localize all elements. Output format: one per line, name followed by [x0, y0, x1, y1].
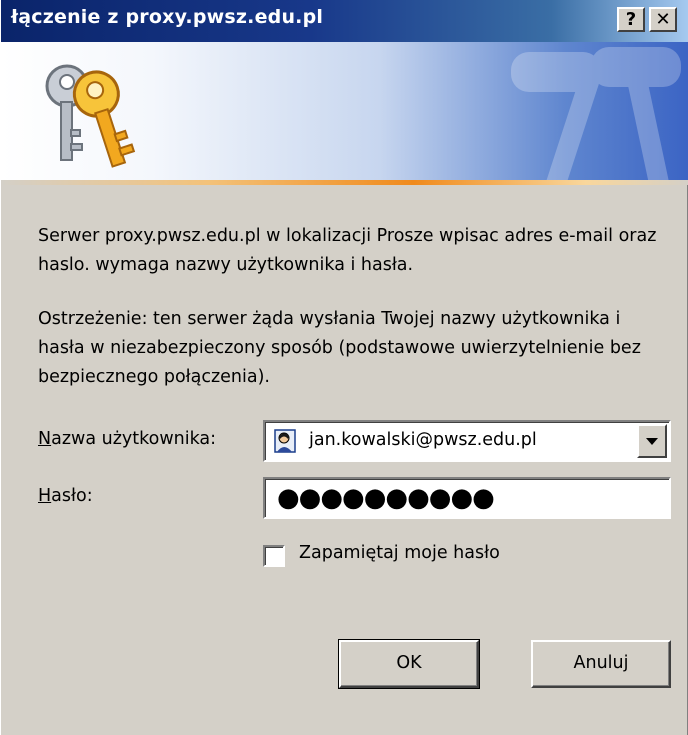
security-warning: Ostrzeżenie: ten serwer żąda wysłania Tw…: [38, 309, 641, 387]
username-combobox[interactable]: jan.kowalski@pwsz.edu.pl: [263, 420, 671, 462]
ok-button[interactable]: OK: [338, 639, 480, 689]
user-icon: [274, 429, 296, 453]
server-message: Serwer proxy.pwsz.edu.pl w lokalizacji P…: [38, 226, 657, 275]
header-banner: [1, 42, 688, 180]
remember-password-checkbox[interactable]: [263, 545, 285, 567]
window-title: łączenie z proxy.pwsz.edu.pl: [11, 6, 324, 28]
accent-stripe: [1, 180, 688, 185]
remember-password-label[interactable]: Zapamiętaj moje hasło: [299, 543, 500, 563]
password-label: Hasło:: [38, 486, 93, 506]
cancel-button[interactable]: Anuluj: [531, 640, 671, 688]
password-value: ●●●●●●●●●●: [277, 483, 495, 513]
help-button[interactable]: ?: [617, 7, 645, 32]
username-value: jan.kowalski@pwsz.edu.pl: [309, 430, 537, 450]
password-field[interactable]: ●●●●●●●●●●: [263, 477, 671, 519]
username-label: Nazwa użytkownika:: [38, 429, 217, 449]
keys-watermark-icon: [511, 47, 681, 180]
chevron-down-icon: [646, 438, 658, 445]
dropdown-button[interactable]: [637, 424, 667, 458]
title-bar[interactable]: łączenie z proxy.pwsz.edu.pl ? ✕: [1, 0, 688, 42]
login-dialog: łączenie z proxy.pwsz.edu.pl ? ✕ Serwer …: [0, 0, 688, 735]
keys-icon: [45, 64, 136, 168]
close-button[interactable]: ✕: [649, 7, 677, 32]
